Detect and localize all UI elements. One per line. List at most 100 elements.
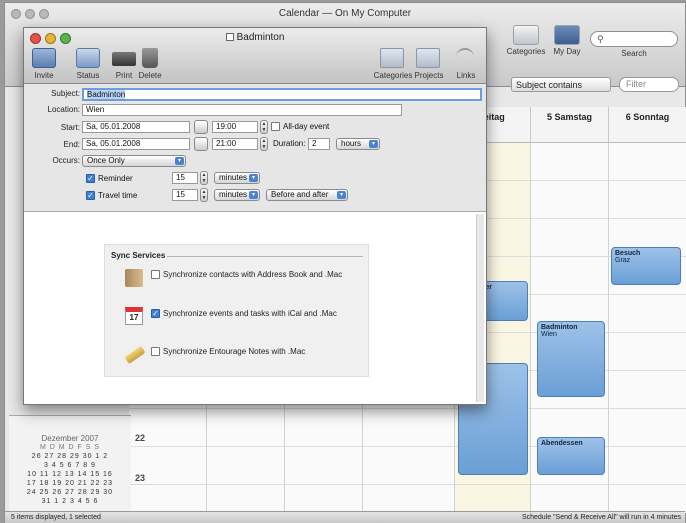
chevron-down-icon: ▾: [337, 191, 346, 199]
status-right: Schedule "Send & Receive All" will run i…: [521, 514, 681, 521]
travel-time-input[interactable]: 15: [172, 189, 198, 201]
reminder-label: Reminder: [98, 174, 133, 183]
status-bar: 5 items displayed, 1 selected Schedule "…: [5, 511, 685, 523]
sync-notes-checkbox[interactable]: [151, 347, 160, 356]
location-input[interactable]: Wien: [82, 104, 402, 116]
sync-contacts-checkbox[interactable]: [151, 270, 160, 279]
filter-bar: Subject contains Filter: [485, 77, 685, 95]
search-field[interactable]: ⚲: [590, 31, 678, 47]
mini-calendar-week[interactable]: 26 27 28 29 30 1 2: [9, 452, 131, 461]
travel-time-stepper[interactable]: ▲ ▼: [200, 188, 208, 202]
status-button[interactable]: Status: [68, 71, 108, 80]
end-time-input[interactable]: 21:00: [212, 138, 258, 150]
links-button[interactable]: Links: [446, 71, 486, 80]
filter-input[interactable]: Filter: [619, 77, 679, 92]
sync-notes-label: Synchronize Entourage Notes with .Mac: [163, 347, 306, 356]
end-date-input[interactable]: Sa, 05.01.2008: [82, 138, 190, 150]
subject-value: Badminton: [87, 90, 126, 99]
duration-input[interactable]: 2: [308, 138, 330, 150]
event-form: Subject: Badminton Location: Wien Start:…: [24, 84, 486, 212]
window-title: Calendar — On My Computer: [278, 8, 412, 19]
calendar-picker-icon[interactable]: [194, 120, 208, 134]
hour-label: 23: [135, 473, 146, 483]
event-title-text: Badminton: [236, 32, 285, 43]
categories-icon[interactable]: [513, 25, 539, 45]
start-date-input[interactable]: Sa, 05.01.2008: [82, 121, 190, 133]
mini-calendar-week[interactable]: 31 1 2 3 4 5 6: [9, 497, 131, 506]
duration-label: Duration:: [273, 139, 306, 148]
event-location: Wien: [541, 331, 557, 338]
duration-unit-value: hours: [341, 139, 362, 148]
subject-input[interactable]: Badminton: [82, 88, 482, 101]
calendar-picker-icon[interactable]: [194, 137, 208, 151]
invite-icon[interactable]: [32, 48, 56, 68]
print-icon[interactable]: [112, 52, 136, 66]
event-abendessen[interactable]: Abendessen: [537, 437, 605, 475]
mini-calendar-week[interactable]: 17 18 19 20 21 22 23: [9, 479, 131, 488]
hour-label: 22: [135, 433, 146, 443]
reminder-unit-value: minutes: [219, 173, 248, 182]
subject-contains-select[interactable]: Subject contains: [511, 77, 611, 92]
end-time-stepper[interactable]: ▲ ▼: [260, 137, 268, 151]
sync-events-checkbox[interactable]: ✓: [151, 309, 160, 318]
divider: [167, 256, 363, 257]
occurs-value: Once Only: [87, 156, 125, 165]
delete-button[interactable]: Delete: [130, 71, 170, 80]
event-toolbar: Badminton Invite Status Print Delete Cat…: [24, 28, 486, 84]
event-title: Badminton: [541, 324, 578, 331]
day-column-sunday[interactable]: [609, 143, 686, 513]
mini-calendar-week[interactable]: 3 4 5 6 7 8 9: [9, 461, 131, 470]
mini-calendar-week[interactable]: 10 11 12 13 14 15 16: [9, 470, 131, 479]
event-badminton[interactable]: Badminton Wien: [537, 321, 605, 397]
all-day-checkbox[interactable]: [271, 122, 280, 131]
travel-unit-value: minutes: [219, 190, 248, 199]
chevron-down-icon: ▾: [249, 174, 258, 182]
travel-time-checkbox[interactable]: ✓: [86, 191, 95, 200]
invite-button[interactable]: Invite: [24, 71, 64, 80]
travel-when-value: Before and after: [271, 190, 329, 199]
travel-time-label: Travel time: [98, 191, 138, 200]
chevron-down-icon: ▾: [249, 191, 258, 199]
reminder-stepper[interactable]: ▲ ▼: [200, 171, 208, 185]
start-label: Start:: [60, 123, 80, 132]
event-location: Graz: [615, 257, 631, 264]
status-left: 5 items displayed, 1 selected: [11, 514, 101, 521]
search-icon: ⚲: [597, 34, 604, 44]
event-besuch[interactable]: Besuch Graz: [611, 247, 681, 285]
mini-calendar[interactable]: Dezember 2007 M D M D F S S 26 27 28 29 …: [9, 415, 131, 515]
reminder-unit-select[interactable]: minutes ▾: [214, 172, 260, 184]
projects-icon[interactable]: [416, 48, 440, 68]
travel-when-select[interactable]: Before and after ▾: [266, 189, 348, 201]
occurs-label: Occurs:: [52, 156, 80, 165]
categories-icon[interactable]: [380, 48, 404, 68]
location-label: Location:: [47, 105, 80, 114]
projects-button[interactable]: Projects: [409, 71, 449, 80]
sync-events-label: Synchronize events and tasks with iCal a…: [163, 309, 337, 318]
day-headers: reitag 5 Samstag 6 Sonntag: [455, 107, 686, 143]
notes-scrollbar[interactable]: [476, 214, 484, 402]
reminder-checkbox[interactable]: ✓: [86, 174, 95, 183]
reminder-input[interactable]: 15: [172, 172, 198, 184]
category-color-icon: [225, 33, 234, 41]
event-title: Besuch: [615, 250, 641, 257]
status-icon[interactable]: [76, 48, 100, 68]
sync-services-title: Sync Services: [111, 251, 166, 260]
mini-calendar-weekdays: M D M D F S S: [39, 444, 101, 451]
event-window-title: Badminton: [24, 32, 486, 43]
my-day-label: My Day: [553, 47, 581, 56]
duration-unit-select[interactable]: hours ▾: [336, 138, 380, 150]
mini-calendar-week[interactable]: 24 25 26 27 28 29 30: [9, 488, 131, 497]
start-time-stepper[interactable]: ▲ ▼: [260, 120, 268, 134]
notes-pencil-icon: [124, 345, 146, 365]
ical-icon: 17: [125, 307, 143, 325]
occurs-select[interactable]: Once Only ▾: [82, 155, 186, 167]
links-icon[interactable]: [456, 48, 474, 68]
sync-services-panel: Sync Services Synchronize contacts with …: [104, 244, 369, 377]
my-day-icon[interactable]: [554, 25, 580, 45]
start-time-input[interactable]: 19:00: [212, 121, 258, 133]
day-header-sunday: 6 Sonntag: [609, 107, 686, 143]
end-label: End:: [63, 140, 80, 149]
sync-contacts-label: Synchronize contacts with Address Book a…: [163, 270, 343, 279]
delete-icon[interactable]: [142, 48, 158, 68]
travel-unit-select[interactable]: minutes ▾: [214, 189, 260, 201]
